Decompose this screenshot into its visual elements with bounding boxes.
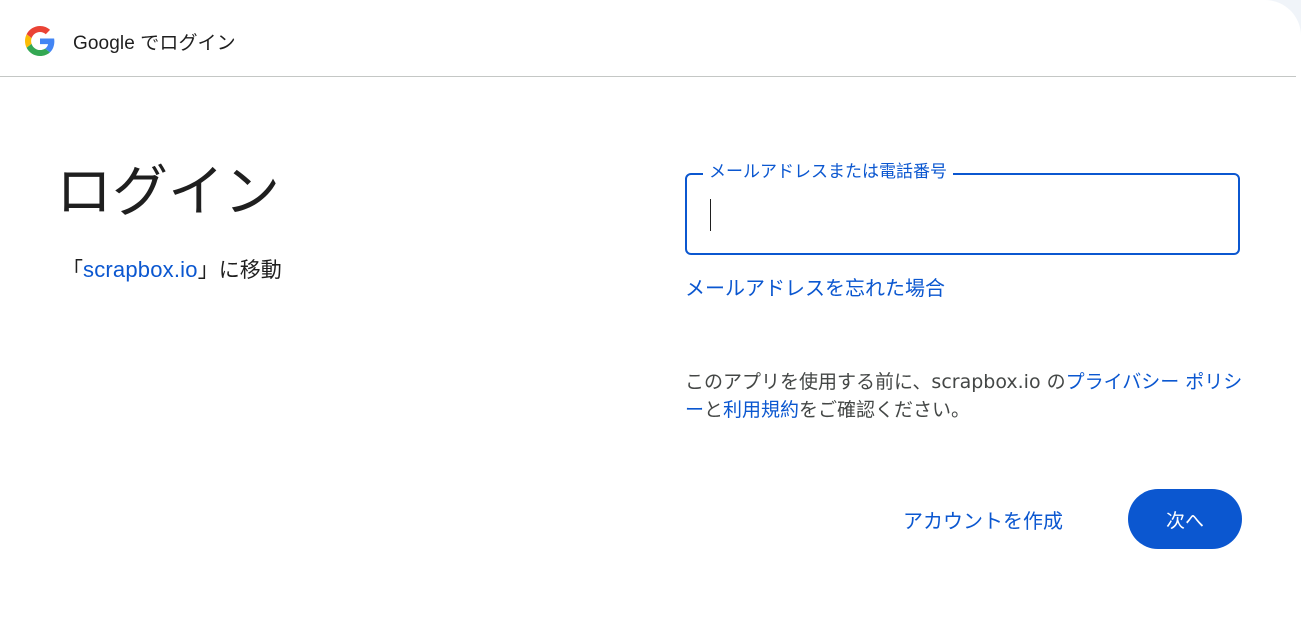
header-title: Google でログイン <box>73 33 236 54</box>
create-account-button[interactable]: アカウントを作成 <box>880 490 1086 548</box>
email-input[interactable] <box>709 190 1213 232</box>
notice-prefix: このアプリを使用する前に、scrapbox.io の <box>685 371 1066 393</box>
subtitle-suffix: 」に移動 <box>197 258 282 282</box>
subtitle: 「scrapbox.io」に移動 <box>62 254 282 284</box>
google-logo-icon <box>25 26 55 56</box>
header: Google でログイン <box>0 0 1296 77</box>
forgot-email-link[interactable]: メールアドレスを忘れた場合 <box>685 272 945 301</box>
text-caret <box>710 199 711 231</box>
login-card: Google でログイン ログイン 「scrapbox.io」に移動 メールアド… <box>0 0 1301 620</box>
privacy-notice: このアプリを使用する前に、scrapbox.io のプライバシー ポリシーと利用… <box>685 368 1245 424</box>
notice-middle: と <box>704 399 724 421</box>
terms-link[interactable]: 利用規約 <box>723 399 799 421</box>
email-field[interactable]: メールアドレスまたは電話番号 <box>685 160 1240 255</box>
email-field-label: メールアドレスまたは電話番号 <box>703 160 953 184</box>
page-title: ログイン <box>56 160 280 225</box>
subtitle-prefix: 「 <box>62 258 83 282</box>
app-link[interactable]: scrapbox.io <box>83 257 198 282</box>
notice-suffix: をご確認ください。 <box>799 399 971 421</box>
next-button[interactable]: 次へ <box>1128 489 1242 549</box>
